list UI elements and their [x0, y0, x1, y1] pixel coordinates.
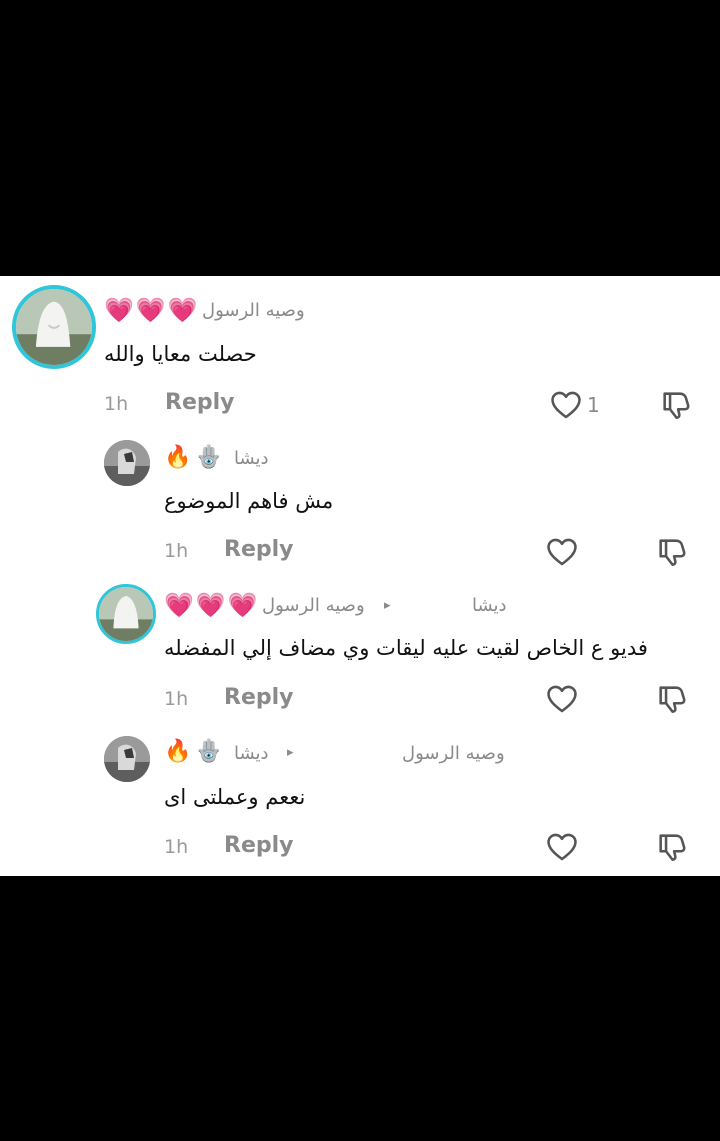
avatar-image: [104, 440, 150, 486]
timestamp: 1h: [164, 836, 189, 858]
heart-outline-icon[interactable]: [545, 830, 579, 864]
username[interactable]: ديشا: [234, 743, 269, 764]
emoji: 🪬: [195, 739, 223, 764]
thumbs-down-outline-icon[interactable]: [655, 830, 689, 864]
emoji: 💗: [135, 296, 166, 324]
reply-button[interactable]: Reply: [224, 685, 294, 710]
comment-text: حصلت معايا والله: [104, 342, 257, 366]
thumbs-down-outline-icon[interactable]: [655, 535, 689, 569]
heart-outline-icon[interactable]: [545, 535, 579, 569]
like-count: 1: [587, 393, 600, 417]
username[interactable]: ديشا: [234, 448, 269, 469]
reply-to-username[interactable]: ديشا: [472, 595, 507, 616]
thumbs-down-outline-icon[interactable]: [659, 388, 693, 422]
emoji: 💗: [104, 296, 134, 324]
comments-panel: 💗 💗 💗 وصيه الرسول حصلت معايا والله 1h Re…: [0, 276, 720, 876]
emoji: 💗: [167, 296, 198, 324]
heart-outline-icon[interactable]: [545, 682, 579, 716]
reply-button[interactable]: Reply: [224, 537, 294, 562]
emoji: 🪬: [195, 445, 223, 470]
triangle-right-icon: ▸: [384, 598, 391, 613]
username-emoji: 💗 💗 💗: [164, 592, 258, 618]
username-emoji: 💗 💗 💗: [104, 297, 198, 323]
emoji: 💗: [195, 591, 226, 619]
timestamp: 1h: [164, 688, 189, 710]
reply-button[interactable]: Reply: [224, 833, 294, 858]
emoji: 🔥: [164, 739, 192, 764]
comment-text: فديو ع الخاص لقيت عليه ليقات وي مضاف إلي…: [164, 636, 648, 660]
username-emoji: 🔥 🪬: [164, 445, 223, 471]
avatar[interactable]: [12, 285, 96, 369]
reply-to-username[interactable]: وصيه الرسول: [402, 743, 505, 764]
avatar-image: [104, 736, 150, 782]
avatar-image: [16, 289, 92, 365]
emoji: 💗: [164, 591, 194, 619]
timestamp: 1h: [164, 540, 189, 562]
avatar[interactable]: [104, 736, 150, 782]
avatar-image: [99, 587, 153, 641]
comment-text: مش فاهم الموضوع: [164, 489, 334, 513]
emoji: 💗: [227, 591, 258, 619]
triangle-right-icon: ▸: [287, 745, 294, 760]
heart-outline-icon[interactable]: [549, 388, 583, 422]
comment-text: نععم وعملتى اى: [164, 785, 306, 809]
username[interactable]: وصيه الرسول: [262, 595, 365, 616]
reply-button[interactable]: Reply: [165, 390, 235, 415]
avatar[interactable]: [96, 584, 156, 644]
emoji: 🔥: [164, 445, 192, 470]
avatar[interactable]: [104, 440, 150, 486]
username[interactable]: وصيه الرسول: [202, 300, 305, 321]
username-emoji: 🔥 🪬: [164, 739, 223, 765]
thumbs-down-outline-icon[interactable]: [655, 682, 689, 716]
timestamp: 1h: [104, 393, 129, 415]
